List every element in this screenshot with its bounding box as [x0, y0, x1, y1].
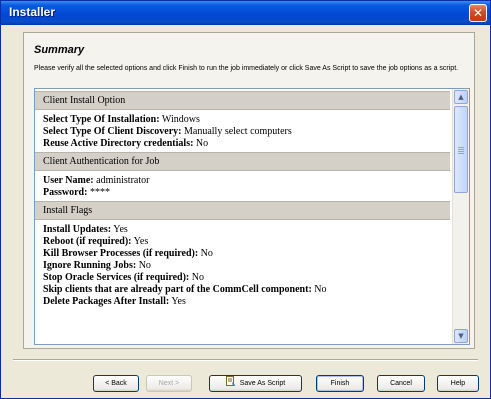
section-header-client-install: Client Install Option [35, 91, 450, 110]
close-button[interactable]: ✕ [469, 4, 487, 22]
scroll-down-button[interactable]: ▼ [454, 329, 468, 343]
cancel-button[interactable]: Cancel [377, 375, 425, 392]
section-header-client-auth: Client Authentication for Job [35, 152, 450, 171]
item-label: Delete Packages After Install: [43, 296, 170, 307]
back-button[interactable]: < Back [93, 375, 139, 392]
scroll-thumb[interactable] [454, 106, 468, 193]
item-label: Select Type Of Installation: [43, 114, 160, 125]
save-as-script-button[interactable]: Save As Script [209, 375, 302, 392]
summary-description: Please verify all the selected options a… [34, 65, 459, 72]
summary-item: Reboot (if required): Yes [43, 236, 450, 248]
item-label: Kill Browser Processes (if required): [43, 248, 199, 259]
item-value: Windows [161, 114, 200, 125]
save-as-script-label: Save As Script [239, 380, 286, 387]
item-label: User Name: [43, 175, 94, 186]
title-bar: Installer ✕ [1, 1, 490, 25]
help-button[interactable]: Help [437, 375, 479, 392]
item-label: Select Type Of Client Discovery: [43, 126, 182, 137]
section-items-client-install: Select Type Of Installation: Windows Sel… [35, 110, 450, 152]
summary-item: Kill Browser Processes (if required): No [43, 248, 450, 260]
vertical-scrollbar[interactable]: ▲ ▼ [452, 89, 469, 344]
summary-item: Delete Packages After Install: Yes [43, 296, 450, 308]
window-title: Installer [9, 5, 56, 19]
item-value: administrator [96, 175, 150, 186]
script-icon [225, 376, 236, 386]
summary-item: Select Type Of Client Discovery: Manuall… [43, 126, 450, 138]
installer-window: Installer ✕ Summary Please verify all th… [0, 0, 491, 399]
arrow-down-icon: ▼ [458, 332, 464, 340]
summary-item: Install Updates: Yes [43, 224, 450, 236]
next-button[interactable]: Next > [146, 375, 192, 392]
item-value: Manually select computers [184, 126, 292, 137]
item-value: Yes [171, 296, 186, 307]
summary-item: Reuse Active Directory credentials: No [43, 138, 450, 150]
summary-page: Summary Please verify all the selected o… [23, 32, 475, 349]
grip-line [458, 153, 464, 154]
summary-item: Stop Oracle Services (if required): No [43, 272, 450, 284]
summary-item: Select Type Of Installation: Windows [43, 114, 450, 126]
scroll-up-button[interactable]: ▲ [454, 90, 468, 104]
item-value: No [195, 138, 209, 149]
item-value: **** [89, 187, 110, 198]
arrow-up-icon: ▲ [458, 93, 464, 101]
item-label: Reboot (if required): [43, 236, 132, 247]
section-items-client-auth: User Name: administrator Password: **** [35, 171, 450, 201]
close-icon: ✕ [472, 6, 484, 20]
summary-item: Skip clients that are already part of th… [43, 284, 450, 296]
summary-item: Ignore Running Jobs: No [43, 260, 450, 272]
summary-heading: Summary [34, 44, 85, 56]
section-header-install-flags: Install Flags [35, 201, 450, 220]
summary-panel: Client Install Option Select Type Of Ins… [34, 88, 470, 345]
item-value: No [138, 260, 151, 271]
summary-item: Password: **** [43, 187, 450, 199]
grip-line [458, 147, 464, 148]
item-value: No [191, 272, 204, 283]
summary-rows: Client Install Option Select Type Of Ins… [35, 91, 450, 310]
finish-button[interactable]: Finish [316, 375, 364, 392]
item-value: Yes [133, 236, 149, 247]
item-label: Stop Oracle Services (if required): [43, 272, 190, 283]
item-value: No [200, 248, 213, 259]
item-value: Yes [113, 224, 128, 235]
item-label: Password: [43, 187, 88, 198]
summary-item: User Name: administrator [43, 175, 450, 187]
item-label: Install Updates: [43, 224, 112, 235]
item-label: Skip clients that are already part of th… [43, 284, 312, 295]
footer-separator [13, 359, 478, 361]
item-label: Ignore Running Jobs: [43, 260, 137, 271]
grip-line [458, 151, 464, 152]
grip-line [458, 149, 464, 150]
section-items-install-flags: Install Updates: Yes Reboot (if required… [35, 220, 450, 310]
item-value: No [314, 284, 327, 295]
item-label: Reuse Active Directory credentials: [43, 138, 194, 149]
